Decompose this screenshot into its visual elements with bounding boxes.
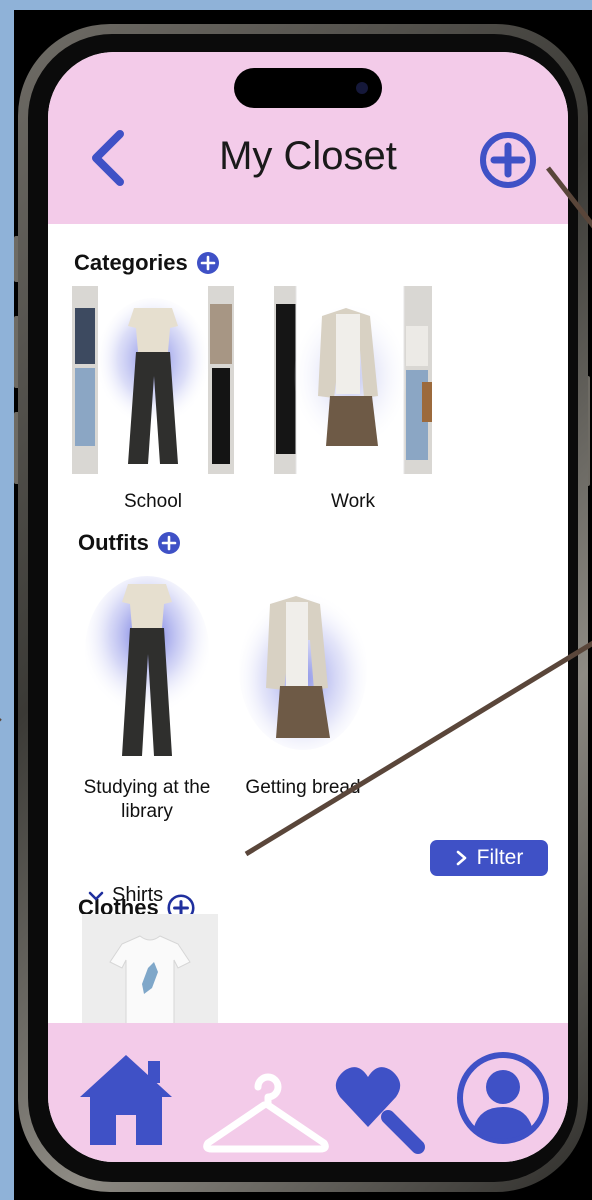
outfit-image-bread (234, 570, 372, 762)
category-label-work: Work (331, 491, 375, 512)
profile-icon[interactable] (456, 1051, 550, 1145)
categories-heading: Categories (74, 250, 188, 275)
clothing-item-shirt[interactable] (82, 914, 218, 1024)
category-card-work[interactable] (274, 286, 432, 474)
outfit-label-bread: Getting bread (245, 777, 361, 798)
outfit-card-bread[interactable] (234, 570, 372, 762)
add-outfit-button[interactable] (157, 531, 181, 555)
outfit-label-studying: Studying at the library (83, 777, 211, 822)
school-collage-image (72, 286, 234, 474)
camera-icon (356, 82, 368, 94)
categories-section-title: Categories (74, 250, 220, 276)
filter-label: Filter (476, 846, 524, 869)
chevron-right-icon (456, 850, 466, 866)
outfits-section-title: Outfits (78, 530, 181, 556)
filter-button[interactable]: Filter (430, 840, 548, 876)
chevron-down-icon (88, 891, 104, 900)
phone-screen: My Closet Categories School Work Outfits… (48, 52, 568, 1162)
outfits-heading: Outfits (78, 530, 149, 555)
hanger-icon[interactable] (202, 1067, 330, 1155)
bottom-nav (48, 1023, 568, 1162)
outfit-card-studying[interactable] (78, 570, 216, 762)
home-icon[interactable] (78, 1053, 174, 1145)
shirts-group-toggle[interactable]: Shirts (88, 884, 163, 907)
dynamic-island (234, 68, 382, 108)
add-category-button[interactable] (196, 251, 220, 275)
category-label-school: School (123, 491, 183, 512)
outfit-image-studying (78, 570, 216, 762)
shirt-image (82, 914, 218, 1024)
backdrop-blue-strip (0, 0, 14, 1200)
add-item-button[interactable] (478, 130, 538, 190)
category-card-school[interactable] (72, 286, 234, 474)
work-collage-image (274, 286, 432, 474)
backdrop-blue-top (0, 0, 592, 10)
heart-search-icon[interactable] (334, 1063, 426, 1155)
shirts-group-label: Shirts (112, 884, 164, 906)
